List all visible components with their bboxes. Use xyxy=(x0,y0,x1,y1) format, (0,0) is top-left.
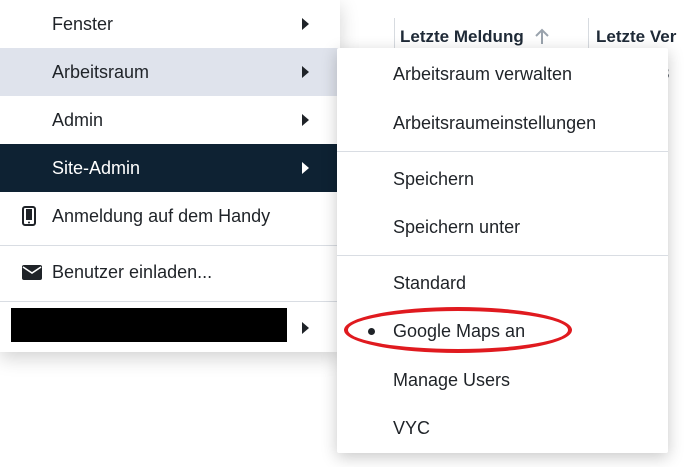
submenu-item-google-maps-an[interactable]: Google Maps an xyxy=(337,307,668,355)
menu-item-admin[interactable]: Admin xyxy=(0,96,340,144)
submenu-item-label: Speichern xyxy=(393,168,475,189)
submenu-item-label: Google Maps an xyxy=(393,320,526,341)
menu-item-mobile-login[interactable]: Anmeldung auf dem Handy xyxy=(0,192,340,240)
submenu-item-label: Speichern unter xyxy=(393,216,521,237)
submenu-item-label: VYC xyxy=(393,417,431,438)
menu-item-label: Site-Admin xyxy=(52,157,141,178)
sort-ascending-icon[interactable] xyxy=(534,28,550,46)
submenu-item-label: Arbeitsraum verwalten xyxy=(393,63,573,84)
menu-item-label: Admin xyxy=(52,109,104,130)
submenu-item-vyc[interactable]: VYC xyxy=(337,404,668,452)
main-menu: Fenster Arbeitsraum Admin Site-Admin Anm… xyxy=(0,0,340,352)
menu-item-invite-users[interactable]: Benutzer einladen... xyxy=(0,248,340,296)
menu-item-label: Arbeitsraum xyxy=(52,61,150,82)
column-header-label: Letzte Meldung xyxy=(400,27,524,46)
submenu-item-label: Arbeitsraumeinstellungen xyxy=(393,112,597,133)
menu-item-label: Anmeldung auf dem Handy xyxy=(52,205,271,226)
menu-item-label: Fenster xyxy=(52,13,114,34)
arbeitsraum-submenu: Arbeitsraum verwalten Arbeitsraumeinstel… xyxy=(337,48,668,453)
submenu-item-speichern-unter[interactable]: Speichern unter xyxy=(337,203,668,251)
menu-item-redacted[interactable] xyxy=(0,304,340,352)
submenu-arrow-icon xyxy=(302,114,309,126)
submenu-item-arbeitsraum-verwalten[interactable]: Arbeitsraum verwalten xyxy=(337,50,668,98)
submenu-arrow-icon xyxy=(302,322,309,334)
menu-item-arbeitsraum[interactable]: Arbeitsraum xyxy=(0,48,340,96)
menu-item-fenster[interactable]: Fenster xyxy=(0,0,340,48)
menu-item-label: Benutzer einladen... xyxy=(52,261,213,282)
menu-divider xyxy=(0,245,340,246)
submenu-divider xyxy=(337,151,668,152)
submenu-arrow-icon xyxy=(302,18,309,30)
menu-divider xyxy=(0,301,340,302)
submenu-item-manage-users[interactable]: Manage Users xyxy=(337,356,668,404)
menu-item-site-admin[interactable]: Site-Admin xyxy=(0,144,340,192)
submenu-item-label: Manage Users xyxy=(393,369,511,390)
submenu-item-arbeitsraumeinstellungen[interactable]: Arbeitsraumeinstellungen xyxy=(337,99,668,147)
mobile-phone-icon xyxy=(22,206,36,226)
submenu-arrow-icon xyxy=(302,162,309,174)
envelope-icon xyxy=(22,264,42,280)
submenu-item-label: Standard xyxy=(393,272,467,293)
redaction-block xyxy=(11,308,287,342)
submenu-item-speichern[interactable]: Speichern xyxy=(337,155,668,203)
active-bullet-icon xyxy=(368,327,375,335)
submenu-divider xyxy=(337,255,668,256)
submenu-item-standard[interactable]: Standard xyxy=(337,259,668,307)
column-header-label: Letzte Ver xyxy=(596,27,677,46)
submenu-arrow-icon xyxy=(302,66,309,78)
